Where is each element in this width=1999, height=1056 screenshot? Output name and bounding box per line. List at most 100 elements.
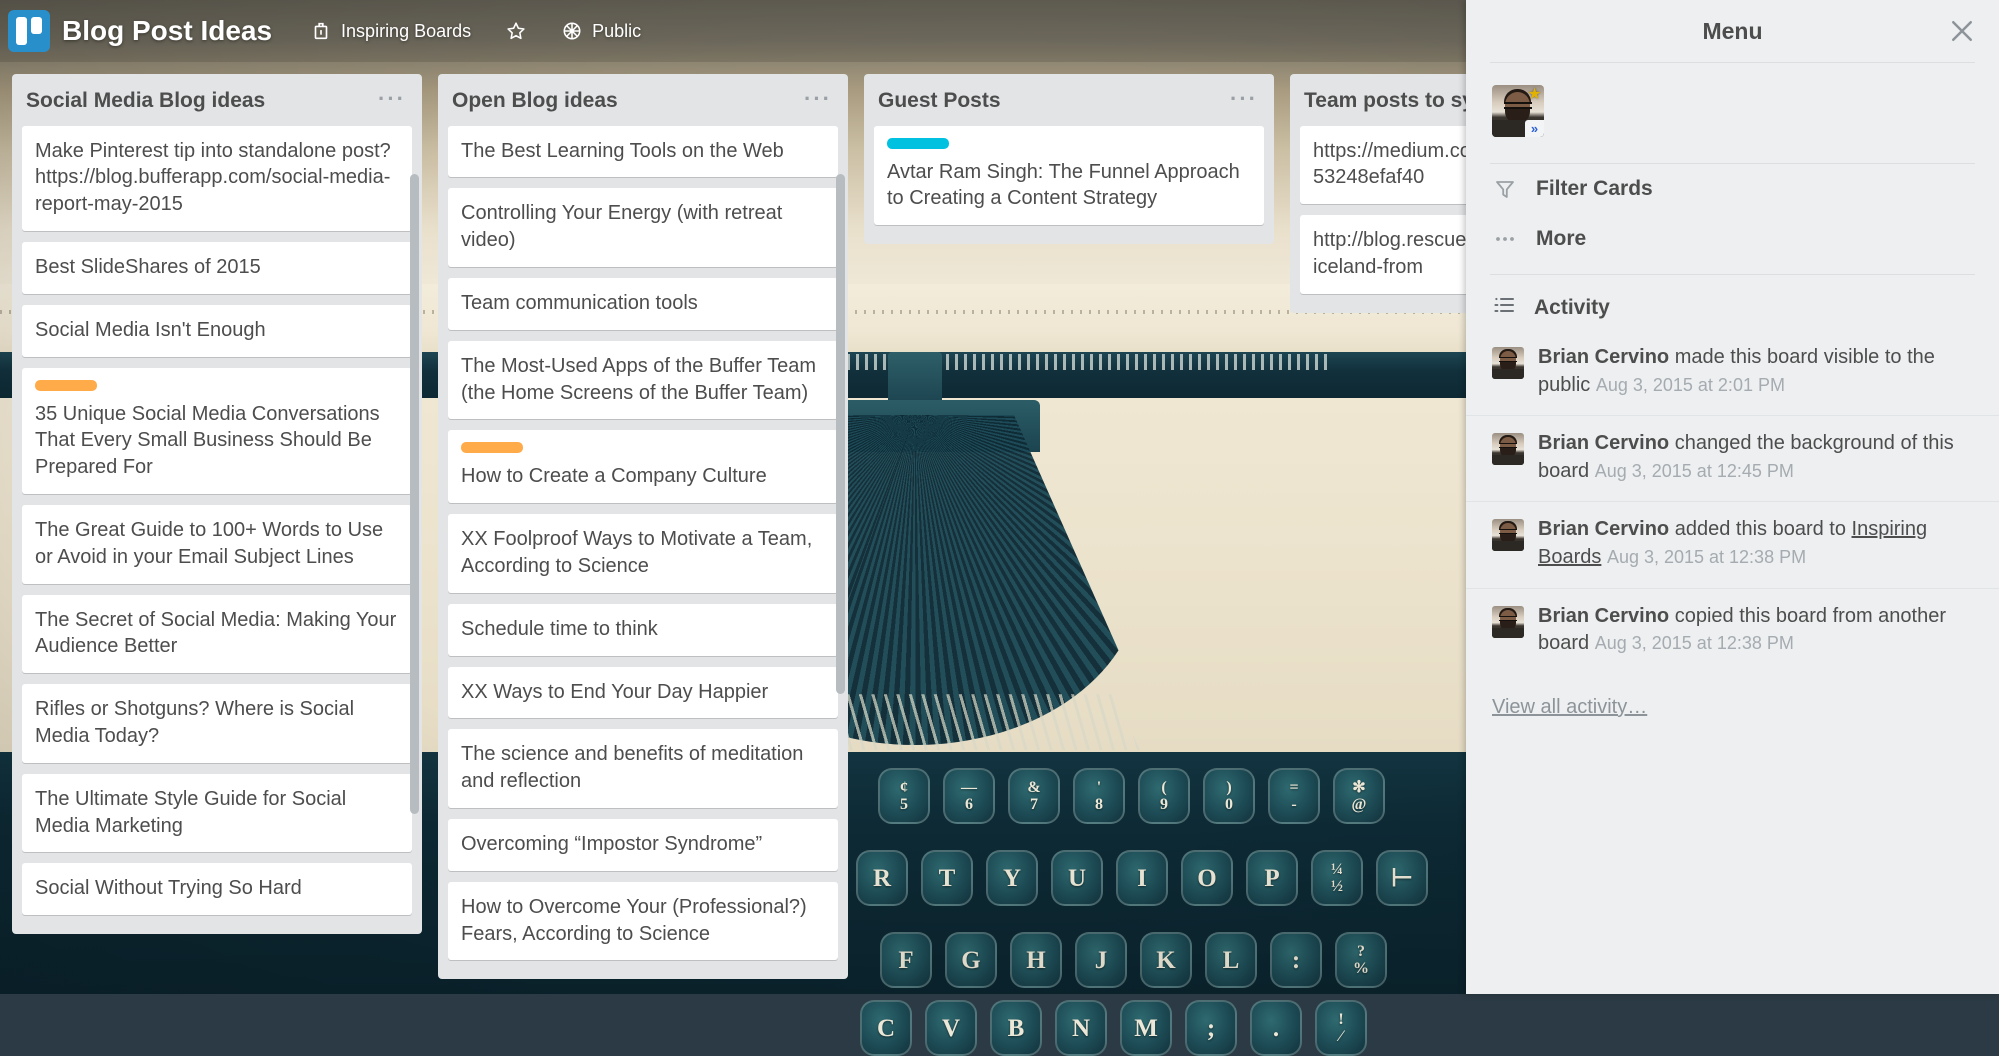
card-title: Controlling Your Energy (with retreat vi… <box>461 200 825 254</box>
activity-section-header: Activity <box>1466 275 1999 330</box>
card[interactable]: How to Create a Company Culture <box>448 430 838 503</box>
board-members: ★ » <box>1466 63 1999 163</box>
star-badge-icon: ★ <box>1526 86 1543 103</box>
card-label-orange[interactable] <box>461 442 523 453</box>
list-header: Open Blog ideas ··· <box>438 74 848 126</box>
globe-icon <box>561 20 583 42</box>
list-title[interactable]: Social Media Blog ideas <box>26 88 275 114</box>
activity-avatar[interactable] <box>1492 519 1524 551</box>
card[interactable]: Social Without Trying So Hard <box>22 863 412 915</box>
list-scrollbar[interactable] <box>836 174 845 694</box>
activity-avatar[interactable] <box>1492 347 1524 379</box>
card[interactable]: 35 Unique Social Media Conversations Tha… <box>22 368 412 494</box>
menu-item-filter-cards[interactable]: Filter Cards <box>1466 164 1999 214</box>
typewriter-key: !⁄ <box>1315 1000 1367 1056</box>
close-icon[interactable] <box>1947 16 1977 46</box>
card-list[interactable]: Avtar Ram Singh: The Funnel Approach to … <box>864 126 1274 237</box>
card-title: XX Foolproof Ways to Motivate a Team, Ac… <box>461 526 825 580</box>
activity-item: Brian Cervino added this board to Inspir… <box>1466 502 1999 588</box>
list-title[interactable]: Open Blog ideas <box>452 88 628 114</box>
typewriter-key: V <box>925 1000 977 1056</box>
list[interactable]: Open Blog ideas ··· The Best Learning Tool… <box>438 74 848 979</box>
visibility-button[interactable]: Public <box>551 14 651 48</box>
list-title[interactable]: Guest Posts <box>878 88 1011 114</box>
activity-avatar[interactable] <box>1492 606 1524 638</box>
card[interactable]: The Ultimate Style Guide for Social Medi… <box>22 774 412 853</box>
typewriter-key: B <box>990 1000 1042 1056</box>
card-title: Avtar Ram Singh: The Funnel Approach to … <box>887 159 1251 213</box>
card-title: The science and benefits of meditation a… <box>461 741 825 795</box>
activity-item: Brian Cervino made this board visible to… <box>1466 330 1999 416</box>
list[interactable]: Guest Posts ··· Avtar Ram Singh: The Funne… <box>864 74 1274 244</box>
activity-actor[interactable]: Brian Cervino <box>1538 605 1669 627</box>
activity-avatar[interactable] <box>1492 433 1524 465</box>
activity-actor[interactable]: Brian Cervino <box>1538 346 1669 368</box>
organization-icon <box>310 20 332 42</box>
activity-timestamp: Aug 3, 2015 at 12:45 PM <box>1595 461 1794 481</box>
card[interactable]: Team communication tools <box>448 278 838 330</box>
list-menu-icon[interactable]: ··· <box>1228 88 1260 109</box>
activity-list-icon <box>1492 293 1516 322</box>
page-title[interactable]: Blog Post Ideas <box>62 15 272 47</box>
menu-title: Menu <box>1702 18 1762 45</box>
card[interactable]: Make Pinterest tip into standalone post?… <box>22 126 412 231</box>
view-all-activity-link[interactable]: View all activity… <box>1466 674 1999 719</box>
card-title: The Ultimate Style Guide for Social Medi… <box>35 786 399 840</box>
activity-text: Brian Cervino copied this board from ano… <box>1538 603 1973 658</box>
card[interactable]: How to Overcome Your (Professional?) Fea… <box>448 882 838 961</box>
menu-item-label: More <box>1536 227 1586 251</box>
card[interactable]: Overcoming “Impostor Syndrome” <box>448 819 838 871</box>
activity-timestamp: Aug 3, 2015 at 12:38 PM <box>1607 547 1806 567</box>
card-title: XX Ways to End Your Day Happier <box>461 679 825 706</box>
member-avatar[interactable]: ★ » <box>1492 85 1544 137</box>
list[interactable]: Social Media Blog ideas ··· Make Pinterest… <box>12 74 422 934</box>
card[interactable]: The Best Learning Tools on the Web <box>448 126 838 178</box>
activity-text: Brian Cervino made this board visible to… <box>1538 344 1973 399</box>
star-icon <box>505 20 527 42</box>
trello-logo-icon[interactable] <box>8 10 50 52</box>
card[interactable]: The Secret of Social Media: Making Your … <box>22 595 412 674</box>
typewriter-key: N <box>1055 1000 1107 1056</box>
chevrons-up-icon: » <box>1525 120 1544 137</box>
card[interactable]: Rifles or Shotguns? Where is Social Medi… <box>22 684 412 763</box>
card[interactable]: The science and benefits of meditation a… <box>448 729 838 808</box>
card[interactable]: The Great Guide to 100+ Words to Use or … <box>22 505 412 584</box>
card-title: The Most-Used Apps of the Buffer Team (t… <box>461 353 825 407</box>
card[interactable]: The Most-Used Apps of the Buffer Team (t… <box>448 341 838 420</box>
card-label-orange[interactable] <box>35 380 97 391</box>
more-icon <box>1492 227 1518 251</box>
card-list[interactable]: The Best Learning Tools on the Web Contro… <box>438 126 848 972</box>
organization-link[interactable]: Inspiring Boards <box>300 14 481 48</box>
card-title: The Best Learning Tools on the Web <box>461 138 825 165</box>
typewriter-key: ; <box>1185 1000 1237 1056</box>
activity-text: Brian Cervino changed the background of … <box>1538 430 1973 485</box>
card-title: Social Media Isn't Enough <box>35 317 399 344</box>
filter-icon <box>1492 177 1518 201</box>
list-menu-icon[interactable]: ··· <box>802 88 834 109</box>
card[interactable]: Best SlideShares of 2015 <box>22 242 412 294</box>
list-scrollbar[interactable] <box>410 174 419 814</box>
card-list[interactable]: Make Pinterest tip into standalone post?… <box>12 126 422 927</box>
menu-header: Menu <box>1466 0 1999 62</box>
card-label-blue[interactable] <box>887 138 949 149</box>
card[interactable]: XX Foolproof Ways to Motivate a Team, Ac… <box>448 514 838 593</box>
menu-item-more[interactable]: More <box>1466 214 1999 264</box>
activity-feed: Brian Cervino made this board visible to… <box>1466 330 1999 674</box>
card-title: How to Create a Company Culture <box>461 463 825 490</box>
card[interactable]: Social Media Isn't Enough <box>22 305 412 357</box>
star-board-button[interactable] <box>495 14 537 48</box>
activity-actor[interactable]: Brian Cervino <box>1538 518 1669 540</box>
card[interactable]: Controlling Your Energy (with retreat vi… <box>448 188 838 267</box>
card-title: Overcoming “Impostor Syndrome” <box>461 831 825 858</box>
card[interactable]: Avtar Ram Singh: The Funnel Approach to … <box>874 126 1264 226</box>
card[interactable]: Schedule time to think <box>448 604 838 656</box>
activity-timestamp: Aug 3, 2015 at 12:38 PM <box>1595 633 1794 653</box>
card[interactable]: XX Ways to End Your Day Happier <box>448 667 838 719</box>
card-title: How to Overcome Your (Professional?) Fea… <box>461 894 825 948</box>
card-title: The Great Guide to 100+ Words to Use or … <box>35 517 399 571</box>
organization-label: Inspiring Boards <box>341 21 471 42</box>
typewriter-key: M <box>1120 1000 1172 1056</box>
list-menu-icon[interactable]: ··· <box>376 88 408 109</box>
activity-actor[interactable]: Brian Cervino <box>1538 432 1669 454</box>
activity-timestamp: Aug 3, 2015 at 2:01 PM <box>1596 375 1785 395</box>
